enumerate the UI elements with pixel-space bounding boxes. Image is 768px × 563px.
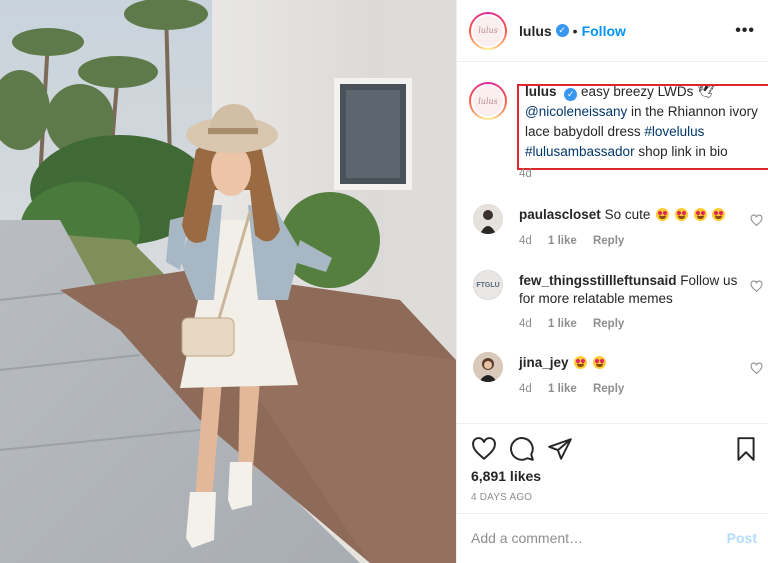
post-header: lulus lulus ✓ • Follow •••: [457, 0, 768, 62]
post-photo[interactable]: [0, 0, 456, 563]
commenter-avatar-logo: FTGLU: [476, 281, 500, 289]
caption-timestamp[interactable]: 4d: [519, 168, 532, 180]
author-username[interactable]: lulus: [519, 23, 552, 39]
save-bookmark-icon[interactable]: [733, 436, 759, 462]
comment-body: few_thingsstillleftunsaid Follow us for …: [519, 272, 749, 308]
add-comment-bar: Post: [457, 513, 768, 563]
post-actions: 6,891 likes 4 DAYS AGO: [457, 423, 768, 513]
verified-badge-icon: ✓: [555, 24, 569, 37]
like-heart-icon[interactable]: [471, 436, 497, 462]
post-comment-button[interactable]: Post: [727, 530, 757, 546]
avatar-photo: [473, 204, 503, 234]
author-avatar[interactable]: lulus: [469, 11, 507, 50]
reply-button[interactable]: Reply: [593, 318, 624, 330]
comment-likes[interactable]: 1 like: [548, 318, 577, 330]
commenter-avatar[interactable]: FTGLU: [473, 270, 503, 300]
comment-meta: 4d 1 like Reply: [519, 318, 637, 330]
commenter-avatar[interactable]: [473, 352, 503, 382]
comment-timestamp[interactable]: 4d: [519, 383, 532, 395]
avatar-photo: [473, 352, 503, 382]
comment-like-heart-icon[interactable]: [750, 214, 763, 227]
caption-avatar-logo: lulus: [473, 86, 503, 116]
post-caption: lulus lulus ✓ easy breezy LWDs 🕊 @nicole…: [469, 82, 768, 170]
comment-item: paulascloset So cute 4d 1 like Reply: [469, 204, 765, 254]
comment-likes[interactable]: 1 like: [548, 383, 577, 395]
post-sidebar: lulus lulus ✓ • Follow ••• lulus lulus ✓…: [456, 0, 768, 563]
heart-eyes-emoji-icon: [693, 208, 707, 221]
heart-eyes-emoji-icon: [593, 356, 607, 369]
comment-body: jina_jey: [519, 354, 739, 372]
avatar-logo: lulus: [473, 15, 503, 46]
reply-button[interactable]: Reply: [593, 235, 624, 247]
comment-like-heart-icon[interactable]: [750, 280, 763, 293]
heart-eyes-emoji-icon: [656, 208, 670, 221]
comment-item: jina_jey 4d 1 like Reply: [469, 352, 765, 402]
caption-highlight-box: [517, 84, 768, 170]
heart-eyes-emoji-icon: [574, 356, 588, 369]
comment-like-heart-icon[interactable]: [750, 362, 763, 375]
likes-count[interactable]: 6,891 likes: [471, 468, 541, 484]
comment-username[interactable]: paulascloset: [519, 207, 601, 222]
more-options-icon[interactable]: •••: [735, 22, 755, 40]
share-paper-plane-icon[interactable]: [547, 436, 573, 462]
caption-author-avatar[interactable]: lulus: [469, 82, 507, 120]
photo-illustration: [0, 0, 456, 563]
heart-eyes-emoji-icon: [712, 208, 726, 221]
separator-dot: •: [572, 22, 578, 39]
heart-eyes-emoji-icon: [674, 208, 688, 221]
comment-bubble-icon[interactable]: [509, 436, 535, 462]
comment-timestamp[interactable]: 4d: [519, 318, 532, 330]
comment-text: So cute: [604, 207, 651, 222]
comment-body: paulascloset So cute: [519, 206, 739, 224]
comment-meta: 4d 1 like Reply: [519, 383, 637, 395]
reply-button[interactable]: Reply: [593, 383, 624, 395]
post-date[interactable]: 4 DAYS AGO: [471, 492, 532, 503]
comment-item: FTGLU few_thingsstillleftunsaid Follow u…: [469, 270, 765, 334]
commenter-avatar[interactable]: [473, 204, 503, 234]
comment-likes[interactable]: 1 like: [548, 235, 577, 247]
comment-timestamp[interactable]: 4d: [519, 235, 532, 247]
comment-username[interactable]: few_thingsstillleftunsaid: [519, 273, 677, 288]
follow-button[interactable]: Follow: [582, 23, 626, 39]
comment-input[interactable]: [471, 530, 701, 546]
comment-username[interactable]: jina_jey: [519, 355, 569, 370]
comment-meta: 4d 1 like Reply: [519, 235, 637, 247]
